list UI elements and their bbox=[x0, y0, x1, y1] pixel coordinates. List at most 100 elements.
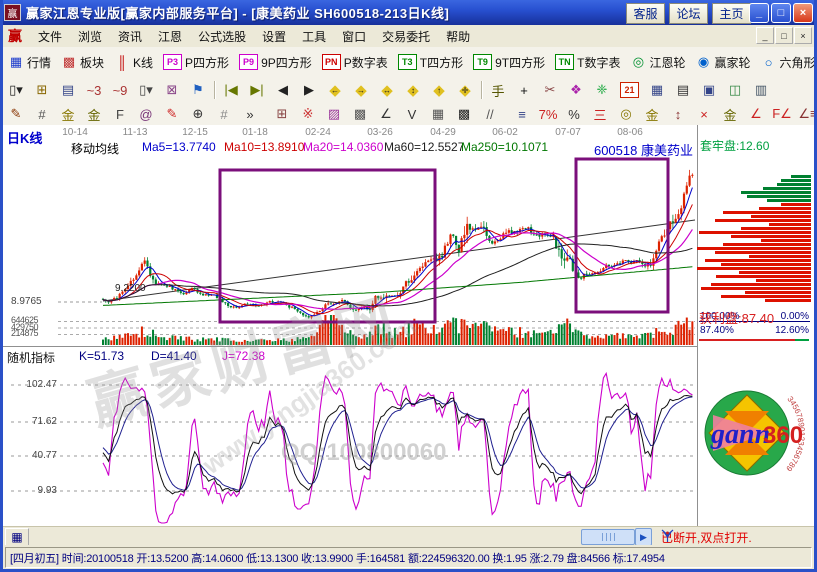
step-chart-tool[interactable]: ≡ bbox=[510, 104, 534, 124]
stochastic-chart[interactable] bbox=[3, 347, 697, 527]
wave3-tool[interactable]: ~3 bbox=[82, 80, 106, 100]
sector-button[interactable]: ▩板块 bbox=[57, 52, 108, 73]
quote-table-button[interactable]: ▦行情 bbox=[4, 52, 55, 73]
net2-tool[interactable]: ⊠ bbox=[160, 80, 184, 100]
grid-dense-tool[interactable]: ▦ bbox=[426, 104, 450, 124]
menu-设置[interactable]: 设置 bbox=[254, 26, 294, 47]
p9-square-button[interactable]: P99P四方形 bbox=[235, 52, 316, 73]
gold-grid2-tool[interactable]: 金 bbox=[82, 104, 106, 124]
gann-net-tool[interactable]: ⊞ bbox=[30, 80, 54, 100]
three-lines-tool[interactable]: 三 bbox=[588, 104, 612, 124]
gann-wheel-button[interactable]: ◎江恩轮 bbox=[626, 52, 689, 73]
analysis-box-1[interactable] bbox=[220, 170, 435, 322]
analysis-box-2[interactable] bbox=[576, 159, 668, 312]
holder-distribution-panel[interactable]: 套牢盘:12.60 100.00% 0.00% 获利盘:87.40 87.40%… bbox=[697, 125, 814, 526]
hexagon-button[interactable]: ○六角形 bbox=[757, 52, 815, 73]
p-square-button[interactable]: P3P四方形 bbox=[159, 52, 233, 73]
wave9-tool[interactable]: ~9 bbox=[108, 80, 132, 100]
scrollbar-thumb[interactable] bbox=[581, 529, 635, 545]
percent-tool[interactable]: % bbox=[562, 104, 586, 124]
menu-浏览[interactable]: 浏览 bbox=[70, 26, 110, 47]
diamond-all-button[interactable]: ◆✛ bbox=[453, 80, 477, 100]
overflow-more[interactable]: » bbox=[238, 104, 262, 124]
grid-ruler-tool[interactable]: # bbox=[30, 104, 54, 124]
diamond-left-button[interactable]: ◆← bbox=[323, 80, 347, 100]
menu-文件[interactable]: 文件 bbox=[30, 26, 70, 47]
box-hatch-tool[interactable]: ▨ bbox=[322, 104, 346, 124]
grid-dark-tool[interactable]: ▩ bbox=[452, 104, 476, 124]
data-table-button[interactable]: ▦ bbox=[5, 528, 29, 546]
pen-red-tool[interactable]: ✎ bbox=[160, 104, 184, 124]
kline-chart[interactable] bbox=[3, 125, 697, 346]
parallel-lines-tool[interactable]: // bbox=[478, 104, 502, 124]
menu-工具[interactable]: 工具 bbox=[294, 26, 334, 47]
export-button[interactable]: ◫ bbox=[723, 80, 747, 100]
kline-pane[interactable]: 日K线 10-1411-1312-1501-1802-2403-2604-290… bbox=[3, 125, 697, 346]
t-number-button[interactable]: TNT数字表 bbox=[551, 52, 624, 73]
percent7-tool[interactable]: 7% bbox=[536, 104, 560, 124]
candle-style-dropdown[interactable]: ▯▾ bbox=[4, 80, 28, 100]
prev-bar-button[interactable]: ◀ bbox=[271, 80, 295, 100]
scissors-tool[interactable]: ✂ bbox=[538, 80, 562, 100]
title-button-3[interactable]: 主页 bbox=[712, 3, 751, 24]
p-number-button[interactable]: PNP数字表 bbox=[318, 52, 392, 73]
cross-gold-tool[interactable]: × bbox=[692, 104, 716, 124]
menu-江恩[interactable]: 江恩 bbox=[150, 26, 190, 47]
save-button[interactable]: ▣ bbox=[697, 80, 721, 100]
gold-grid-tool[interactable]: 金 bbox=[56, 104, 80, 124]
winner-wheel-button[interactable]: ◉赢家轮 bbox=[691, 52, 754, 73]
v-line-tool[interactable]: V bbox=[400, 104, 424, 124]
diamond-expand-button[interactable]: ◆↑ bbox=[427, 80, 451, 100]
menu-公式选股[interactable]: 公式选股 bbox=[190, 26, 254, 47]
hand-tool[interactable]: 手 bbox=[486, 80, 510, 100]
child-restore-button[interactable]: □ bbox=[775, 27, 793, 44]
list-tool[interactable]: ▤ bbox=[56, 80, 80, 100]
diamond-up-button[interactable]: ◆↕ bbox=[401, 80, 425, 100]
crosshair-tool[interactable]: + bbox=[512, 80, 536, 100]
angle-lines-tool[interactable]: ∠≡ bbox=[796, 104, 814, 124]
title-button-2[interactable]: 论坛 bbox=[669, 3, 708, 24]
child-minimize-button[interactable]: _ bbox=[756, 27, 774, 44]
f-grid-tool[interactable]: F bbox=[108, 104, 132, 124]
stochastic-pane[interactable]: 随机指标 K=51.73 D=41.40 J=72.38 102.4771.62… bbox=[3, 346, 697, 527]
candle-small-dropdown[interactable]: ▯▾ bbox=[134, 80, 158, 100]
minimize-button[interactable]: _ bbox=[749, 3, 769, 23]
candle-arrow-tool[interactable]: ↕ bbox=[666, 104, 690, 124]
child-close-button[interactable]: × bbox=[794, 27, 812, 44]
last-bar-button[interactable]: ▶| bbox=[245, 80, 269, 100]
next-bar-button[interactable]: ▶ bbox=[297, 80, 321, 100]
menu-帮助[interactable]: 帮助 bbox=[438, 26, 478, 47]
grid-plain-tool[interactable]: # bbox=[212, 104, 236, 124]
circle-cross-tool[interactable]: ⊕ bbox=[186, 104, 210, 124]
scroll-right-button[interactable]: ▶ bbox=[635, 528, 652, 546]
angle-line-tool[interactable]: ∠ bbox=[374, 104, 398, 124]
diamond-right-button[interactable]: ◆→ bbox=[349, 80, 373, 100]
menu-交易委托[interactable]: 交易委托 bbox=[374, 26, 438, 47]
maximize-button[interactable]: □ bbox=[771, 3, 791, 23]
box-shade-tool[interactable]: ▩ bbox=[348, 104, 372, 124]
calendar-button[interactable]: 21 bbox=[616, 80, 643, 100]
spiral-tool[interactable]: @ bbox=[134, 104, 158, 124]
pattern-tool[interactable]: ❈ bbox=[590, 80, 614, 100]
menu-资讯[interactable]: 资讯 bbox=[110, 26, 150, 47]
calculator-button[interactable]: ▦ bbox=[645, 80, 669, 100]
t-square-button[interactable]: T3T四方形 bbox=[394, 52, 467, 73]
kline-button[interactable]: ║K线 bbox=[110, 52, 157, 73]
angle-red-tool[interactable]: ∠ bbox=[744, 104, 768, 124]
title-button-1[interactable]: 客服 bbox=[626, 3, 665, 24]
flag-tool[interactable]: ⚑ bbox=[186, 80, 210, 100]
connection-status[interactable]: 已断开,双点打开. bbox=[661, 529, 752, 546]
box-grid-tool[interactable]: ⊞ bbox=[270, 104, 294, 124]
gold-line-tool[interactable]: 金 bbox=[640, 104, 664, 124]
pen-tool[interactable]: ✎ bbox=[4, 104, 28, 124]
close-button[interactable]: × bbox=[793, 3, 813, 23]
notebook-button[interactable]: ▤ bbox=[671, 80, 695, 100]
t9-square-button[interactable]: T99T四方形 bbox=[469, 52, 549, 73]
ribbon-tool[interactable]: ❖ bbox=[564, 80, 588, 100]
print-button[interactable]: ▥ bbox=[749, 80, 773, 100]
chart-column[interactable]: 日K线 10-1411-1312-1501-1802-2403-2604-290… bbox=[3, 125, 698, 526]
fan-rays-tool[interactable]: ※ bbox=[296, 104, 320, 124]
menu-窗口[interactable]: 窗口 bbox=[334, 26, 374, 47]
gold-tool[interactable]: 金 bbox=[718, 104, 742, 124]
f-angle-tool[interactable]: F∠ bbox=[770, 104, 794, 124]
